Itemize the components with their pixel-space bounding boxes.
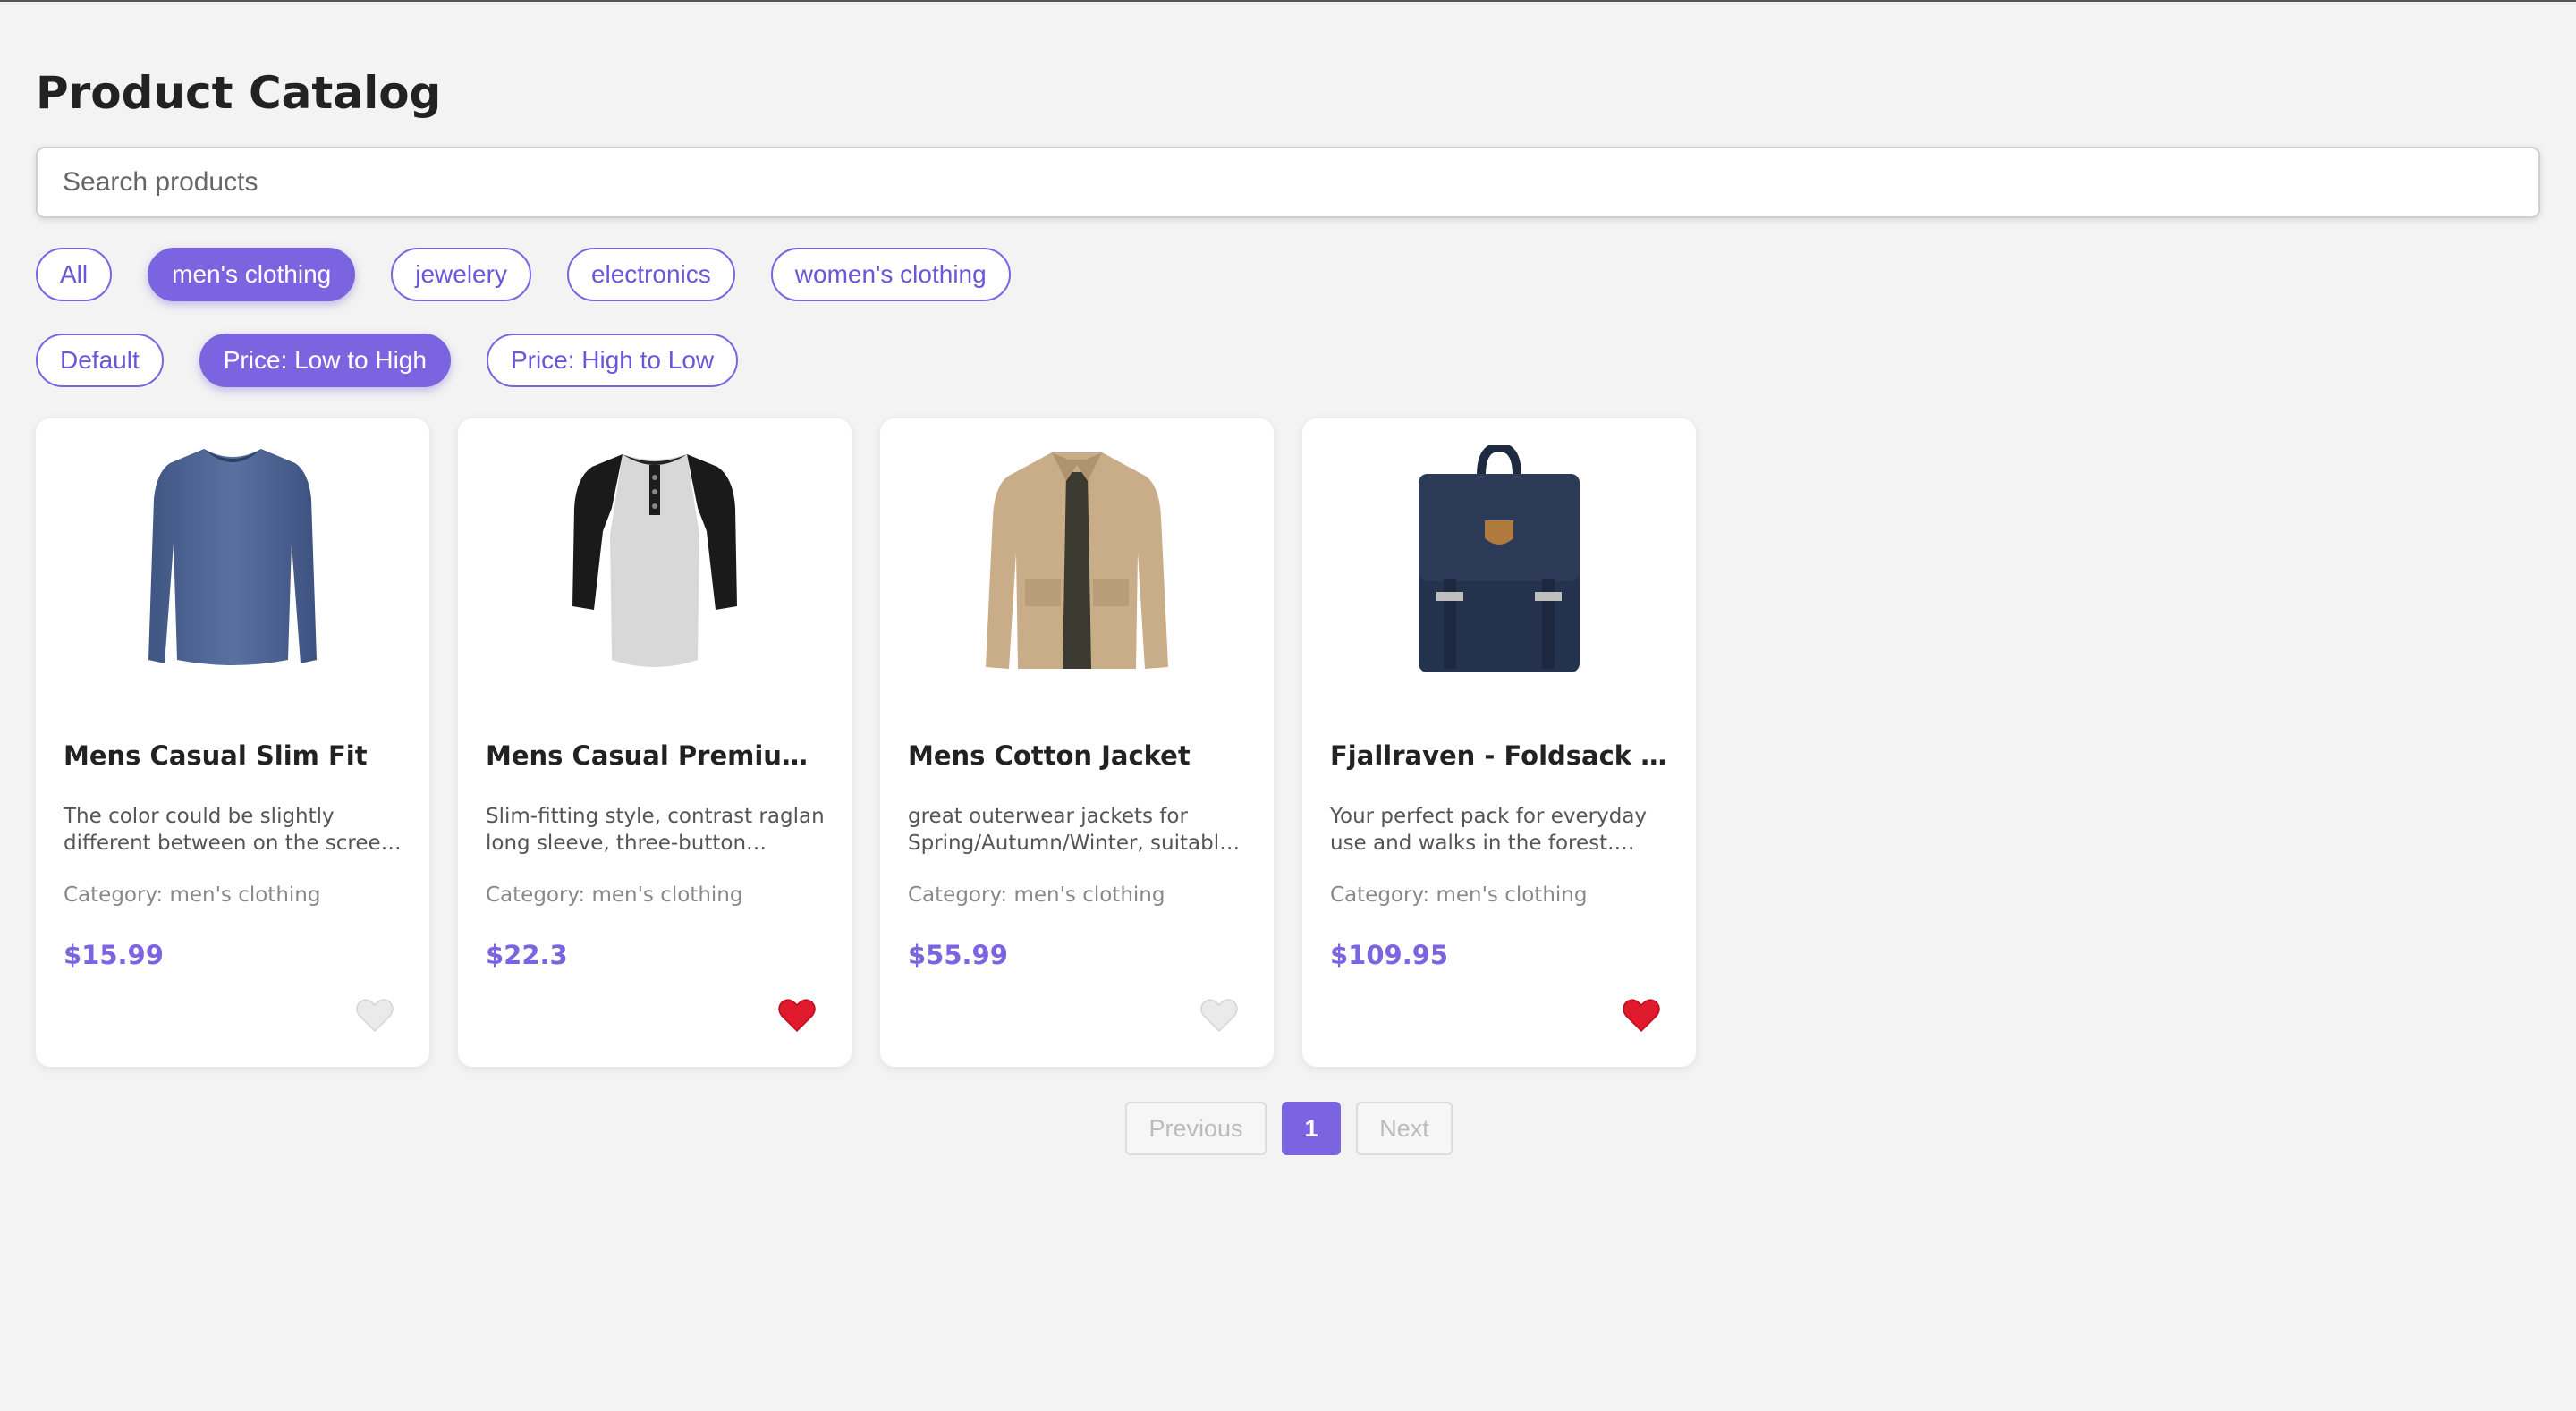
heart-outline-icon[interactable]	[353, 993, 396, 1036]
product-card[interactable]: Mens Casual Premium Sl… Slim-fitting sty…	[458, 418, 852, 1067]
product-card[interactable]: Fjallraven - Foldsack No.… Your perfect …	[1302, 418, 1696, 1067]
product-card[interactable]: Mens Cotton Jacket great outerwear jacke…	[880, 418, 1274, 1067]
product-category: Category: men's clothing	[486, 883, 743, 907]
product-category: Category: men's clothing	[908, 883, 1165, 907]
product-name[interactable]: Mens Casual Premium Sl…	[486, 740, 826, 771]
heart-filled-icon[interactable]	[775, 993, 818, 1036]
product-description: great outerwear jackets for Spring/Autum…	[908, 805, 1233, 855]
category-chip-jewelery[interactable]: jewelery	[391, 248, 531, 301]
product-name[interactable]: Fjallraven - Foldsack No.…	[1330, 740, 1670, 771]
heart-filled-icon[interactable]	[1620, 993, 1663, 1036]
product-price: $22.3	[486, 940, 568, 970]
page-title: Product Catalog	[36, 67, 442, 119]
product-price: $109.95	[1330, 940, 1449, 970]
category-chip-all[interactable]: All	[36, 248, 113, 301]
product-description: The color could be slightly different be…	[64, 805, 394, 855]
sort-options: Default Price: Low to High Price: High t…	[36, 334, 739, 387]
heart-outline-icon[interactable]	[1198, 993, 1241, 1036]
product-price: $15.99	[64, 940, 164, 970]
product-description: Your perfect pack for everyday use and w…	[1330, 805, 1648, 855]
product-description: Slim-fitting style, contrast raglan long…	[486, 805, 825, 855]
product-category: Category: men's clothing	[64, 883, 321, 907]
raglan-henley-shirt-icon	[547, 445, 762, 678]
category-chip-womens-clothing[interactable]: women's clothing	[770, 248, 1011, 301]
product-name[interactable]: Mens Cotton Jacket	[908, 740, 1248, 771]
category-filters: All men's clothing jewelery electronics …	[36, 248, 1011, 301]
sort-default-button[interactable]: Default	[36, 334, 164, 387]
sort-price-high-low-button[interactable]: Price: High to Low	[486, 334, 739, 387]
search-input[interactable]	[36, 147, 2540, 218]
navy-backpack-icon	[1392, 442, 1606, 678]
blue-long-sleeve-shirt-icon	[125, 445, 340, 678]
sort-price-low-high-button[interactable]: Price: Low to High	[199, 334, 451, 387]
category-chip-mens-clothing[interactable]: men's clothing	[148, 248, 356, 301]
product-category: Category: men's clothing	[1330, 883, 1588, 907]
product-price: $55.99	[908, 940, 1008, 970]
pagination: Previous 1 Next	[1125, 1102, 1453, 1155]
category-chip-electronics[interactable]: electronics	[566, 248, 735, 301]
product-name[interactable]: Mens Casual Slim Fit	[64, 740, 403, 771]
page-number-button[interactable]: 1	[1282, 1102, 1341, 1155]
khaki-jacket-icon	[970, 445, 1184, 678]
product-grid: Mens Casual Slim Fit The color could be …	[36, 418, 1696, 1067]
previous-page-button[interactable]: Previous	[1125, 1102, 1267, 1155]
product-card[interactable]: Mens Casual Slim Fit The color could be …	[36, 418, 429, 1067]
window-top-border	[0, 0, 2576, 2]
next-page-button[interactable]: Next	[1356, 1102, 1453, 1155]
